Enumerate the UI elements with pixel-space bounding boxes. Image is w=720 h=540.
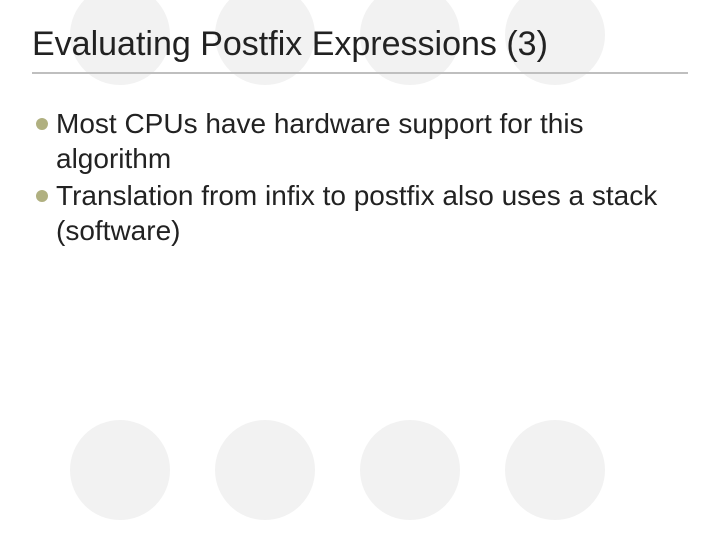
bullet-dot-icon — [36, 190, 48, 202]
title-underline — [32, 72, 688, 74]
bullet-item: Translation from infix to postfix also u… — [36, 178, 688, 248]
slide: Evaluating Postfix Expressions (3) Most … — [0, 0, 720, 540]
bullet-text: Most CPUs have hardware support for this… — [56, 106, 688, 176]
bullet-dot-icon — [36, 118, 48, 130]
slide-title: Evaluating Postfix Expressions (3) — [32, 25, 688, 64]
bullet-item: Most CPUs have hardware support for this… — [36, 106, 688, 176]
bullet-text: Translation from infix to postfix also u… — [56, 178, 688, 248]
slide-body: Most CPUs have hardware support for this… — [32, 106, 688, 248]
